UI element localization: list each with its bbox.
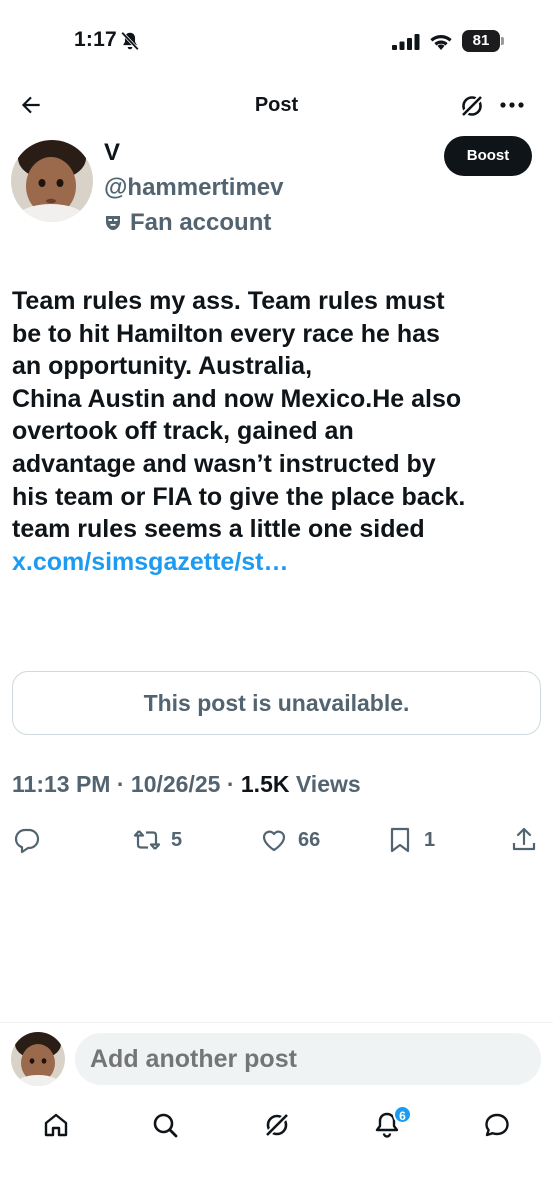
repost-icon (133, 830, 161, 850)
display-name[interactable]: V (104, 139, 120, 167)
tab-search[interactable] (150, 1110, 180, 1140)
share-icon (512, 827, 536, 851)
share-button[interactable] (510, 822, 538, 858)
post-text-line: advantage and wasn’t instructed by (12, 449, 436, 478)
wifi-icon (430, 35, 452, 50)
post-text-line: be to hit Hamilton every race he has (12, 319, 440, 348)
home-icon (44, 1113, 68, 1137)
post-time: 11:13 PM (12, 771, 111, 797)
status-time: 1:17 (74, 28, 117, 51)
more-icon[interactable] (499, 101, 525, 109)
meta-separator: · (116, 771, 125, 797)
status-bar: 1:17 81 (0, 0, 553, 80)
signal-icon (392, 34, 420, 50)
battery-nub (501, 37, 504, 45)
boost-button[interactable]: Boost (444, 136, 532, 176)
affiliation-label: Fan account (104, 209, 271, 237)
bottom-tab-bar (0, 1100, 553, 1156)
composer-divider (0, 1022, 553, 1023)
search-icon (153, 1113, 178, 1138)
post-date: 10/26/25 (130, 771, 221, 797)
reply-button[interactable] (13, 822, 41, 858)
like-count: 66 (298, 828, 321, 851)
reply-composer-input[interactable] (75, 1033, 541, 1085)
views-label: Views (295, 771, 361, 797)
post-text-line: Team rules my ass. Team rules must (12, 287, 445, 315)
post-meta: 11:13 PM · 10/26/25 · 1.5K Views (12, 771, 361, 798)
post-text-line: team rules seems a little one sided (12, 515, 425, 544)
quote-unavailable-card: This post is unavailable. (12, 671, 541, 735)
grok-icon (263, 1111, 291, 1139)
avatar[interactable] (11, 140, 93, 222)
bell-slash-icon (121, 31, 139, 51)
post-actions: 5 66 1 (0, 822, 553, 858)
bookmark-button[interactable]: 1 (386, 822, 435, 858)
composer-avatar (11, 1032, 65, 1086)
tab-grok[interactable] (262, 1110, 292, 1140)
grok-icon[interactable] (458, 92, 486, 120)
post-link[interactable]: x.com/simsgazette/st… (12, 546, 552, 579)
bookmark-count: 1 (424, 828, 436, 851)
post-text: Team rules my ass. Team rules must be to… (12, 285, 552, 578)
handle[interactable]: @hammertimev (104, 174, 283, 202)
post-header: Post (0, 80, 553, 130)
repost-button[interactable]: 5 (133, 822, 182, 858)
post-text-line: his team or FIA to give the place back. (12, 482, 466, 511)
tab-messages[interactable] (482, 1110, 512, 1140)
post-text-line: China Austin and now Mexico.He also (12, 384, 462, 413)
meta-separator: · (226, 771, 235, 797)
messages-icon (485, 1113, 509, 1137)
tab-home[interactable] (41, 1110, 71, 1140)
mask-icon (106, 216, 120, 230)
repost-count: 5 (171, 828, 183, 851)
bookmark-icon (390, 827, 410, 853)
reply-icon (14, 828, 40, 854)
like-icon (262, 830, 286, 852)
like-button[interactable]: 66 (260, 822, 320, 858)
views-count[interactable]: 1.5K (241, 771, 290, 797)
affiliation-text: Fan account (130, 209, 272, 236)
post-text-line: an opportunity. Australia, (12, 352, 313, 381)
post-text-line: overtook off track, gained an (12, 417, 354, 446)
notification-badge: 6 (393, 1105, 412, 1124)
battery-indicator: 81 (462, 30, 500, 52)
